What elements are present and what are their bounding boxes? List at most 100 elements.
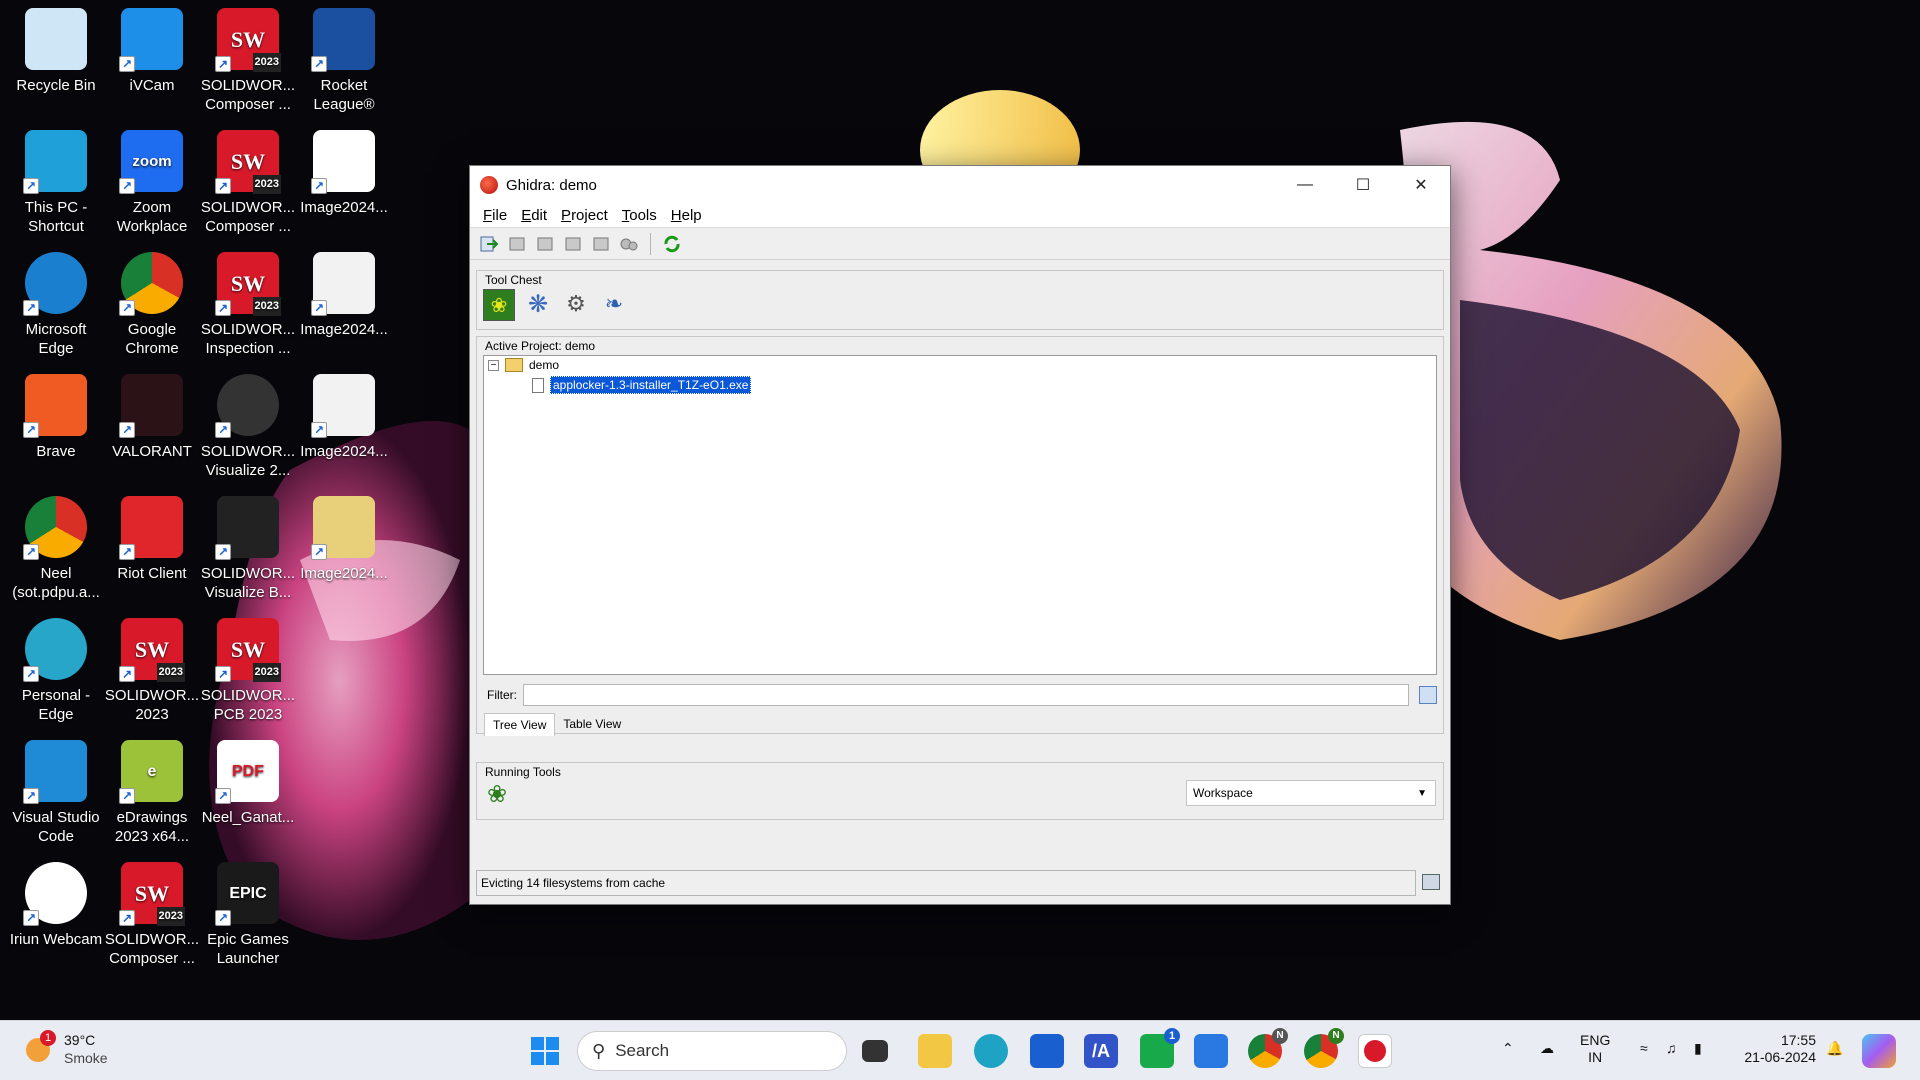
console-icon[interactable]	[1422, 874, 1440, 890]
brave-icon: ↗	[23, 374, 87, 438]
desktop-icon[interactable]: ↗ Microsoft Edge	[8, 246, 104, 364]
desktop-icon[interactable]: ↗ Image2024...	[296, 124, 392, 242]
desktop-icon[interactable]: ↗ VALORANT	[104, 368, 200, 486]
desktop-icon[interactable]: ↗ Rocket League®	[296, 2, 392, 120]
menu-project[interactable]: Project	[554, 207, 615, 224]
language-indicator[interactable]: ENG IN	[1580, 1032, 1610, 1066]
collapse-toggle-icon[interactable]: −	[488, 359, 499, 371]
desktop-icon[interactable]: ↗ iVCam	[104, 2, 200, 120]
desktop-icon[interactable]: ↗ Visual Studio Code	[8, 734, 104, 852]
desktop-icon-label: Google Chrome	[125, 321, 179, 357]
desktop-icon[interactable]: SW 2023 ↗ SOLIDWOR... Composer ...	[104, 856, 200, 974]
desktop-icon[interactable]: SW 2023 ↗ SOLIDWOR... Composer ...	[200, 124, 296, 242]
desktop-icon[interactable]: ↗ Google Chrome	[104, 246, 200, 364]
onedrive-icon[interactable]: ☁	[1540, 1040, 1554, 1057]
open-program-icon[interactable]	[506, 233, 528, 255]
desktop-icon[interactable]: EPIC ↗ Epic Games Launcher	[200, 856, 296, 974]
ghidra-taskbar-icon[interactable]	[1358, 1034, 1392, 1068]
desktop-icon-label: Neel_Ganat...	[201, 809, 295, 826]
window-titlebar[interactable]: Ghidra: demo — ☐ ✕	[470, 166, 1450, 204]
menu-file[interactable]: File	[476, 207, 514, 224]
tree-file-node[interactable]: applocker-1.3-installer_T1Z-eO1.exe	[532, 376, 752, 394]
epic-games-icon: EPIC ↗	[215, 862, 279, 926]
xbox-icon[interactable]: 1	[1140, 1028, 1180, 1068]
debugger-bug-icon[interactable]: ❋	[523, 289, 553, 319]
desktop-icon[interactable]: SW 2023 ↗ SOLIDWOR... 2023	[104, 612, 200, 730]
desktop-icon-label: Image2024...	[300, 321, 388, 338]
desktop-icon[interactable]: ↗ Image2024...	[296, 246, 392, 364]
close-button[interactable]: ✕	[1392, 166, 1450, 204]
chrome-taskbar-icon-2[interactable]: N	[1304, 1028, 1344, 1068]
ivcam-icon: ↗	[119, 8, 183, 72]
filter-input[interactable]	[523, 684, 1409, 706]
editor-app-icon[interactable]: /A	[1084, 1034, 1118, 1068]
weather-widget[interactable]: 1 39°C Smoke	[22, 1028, 132, 1072]
show-hidden-icons-chevron-icon[interactable]: ⌃	[1502, 1040, 1514, 1057]
desktop-icon[interactable]: ↗ SOLIDWOR... Visualize B...	[200, 490, 296, 608]
desktop-icon[interactable]: SW 2023 ↗ SOLIDWOR... PCB 2023	[200, 612, 296, 730]
desktop-icon[interactable]: Recycle Bin	[8, 2, 104, 120]
refresh-icon[interactable]	[661, 233, 683, 255]
desktop-icon[interactable]: ↗ Riot Client	[104, 490, 200, 608]
project-tree[interactable]: − demo applocker-1.3-installer_T1Z-eO1.e…	[483, 355, 1437, 675]
clock-time: 17:55	[1780, 1032, 1816, 1048]
maximize-button[interactable]: ☐	[1334, 166, 1392, 204]
volume-icon[interactable]: ♫	[1666, 1040, 1677, 1057]
desktop-icon-label: SOLIDWOR... Visualize B...	[200, 565, 296, 601]
merge-icon[interactable]	[618, 233, 640, 255]
export-icon[interactable]	[534, 233, 556, 255]
desktop-icon-label: SOLIDWOR... Visualize 2...	[200, 443, 296, 479]
search-placeholder: Search	[615, 1041, 670, 1060]
start-button[interactable]	[528, 1034, 562, 1068]
shortcut-arrow-icon: ↗	[119, 544, 135, 560]
file-explorer-icon[interactable]	[918, 1034, 952, 1068]
import-file-icon[interactable]	[478, 233, 500, 255]
menu-help[interactable]: Help	[664, 207, 709, 224]
wifi-icon[interactable]: ≈	[1640, 1040, 1648, 1057]
workspace-select[interactable]: Workspace ▼	[1186, 780, 1436, 806]
tab-tree-view[interactable]: Tree View	[484, 713, 556, 736]
solidworks-inspection-icon: SW 2023 ↗	[215, 252, 281, 316]
chrome-taskbar-icon-1[interactable]: N	[1248, 1028, 1288, 1068]
emulator-gears-icon[interactable]: ⚙	[561, 289, 591, 319]
desktop-icon[interactable]: ↗ Neel (sot.pdpu.a...	[8, 490, 104, 608]
copilot-icon[interactable]	[1862, 1034, 1896, 1068]
desktop-icon[interactable]: ↗ This PC - Shortcut	[8, 124, 104, 242]
tab-table-view[interactable]: Table View	[555, 713, 629, 736]
version-tracking-footprints-icon[interactable]: ❧	[599, 289, 629, 319]
taskbar-search[interactable]: ⚲ Search	[577, 1031, 847, 1071]
desktop-icon-label: Visual Studio Code	[12, 809, 100, 845]
menu-tools[interactable]: Tools	[615, 207, 664, 224]
desktop-icon[interactable]: ↗ Image2024...	[296, 490, 392, 608]
clock[interactable]: 17:55 21-06-2024	[1742, 1032, 1816, 1066]
notifications-bell-icon[interactable]: 🔔	[1826, 1040, 1843, 1057]
clock-app-icon[interactable]	[1194, 1034, 1228, 1068]
checkout-icon[interactable]	[562, 233, 584, 255]
main-toolbar	[470, 228, 1450, 260]
running-dragon-icon[interactable]: ❀	[487, 781, 515, 809]
battery-icon[interactable]: ▮	[1694, 1040, 1702, 1057]
checkin-icon[interactable]	[590, 233, 612, 255]
desktop-icon[interactable]: ↗ Iriun Webcam	[8, 856, 104, 974]
menu-edit[interactable]: Edit	[514, 207, 554, 224]
edge-personal-icon: ↗	[23, 618, 87, 682]
code-browser-dragon-icon[interactable]: ❀	[483, 289, 515, 321]
minimize-button[interactable]: —	[1276, 166, 1334, 204]
desktop-icon-label: Neel (sot.pdpu.a...	[12, 565, 100, 601]
running-tools-title: Running Tools	[485, 765, 565, 779]
tree-root-node[interactable]: − demo	[488, 358, 559, 372]
desktop-icon[interactable]: e ↗ eDrawings 2023 x64...	[104, 734, 200, 852]
store-icon[interactable]	[1030, 1034, 1064, 1068]
edge-taskbar-icon[interactable]	[974, 1034, 1008, 1068]
desktop-icon[interactable]: ↗ SOLIDWOR... Visualize 2...	[200, 368, 296, 486]
desktop-icon-label: Image2024...	[300, 565, 388, 582]
filter-options-icon[interactable]	[1419, 686, 1437, 704]
desktop-icon[interactable]: zoom ↗ Zoom Workplace	[104, 124, 200, 242]
task-view-icon[interactable]	[862, 1040, 888, 1062]
desktop-icon[interactable]: SW 2023 ↗ SOLIDWOR... Inspection ...	[200, 246, 296, 364]
desktop-icon[interactable]: ↗ Brave	[8, 368, 104, 486]
desktop-icon[interactable]: PDF ↗ Neel_Ganat...	[200, 734, 296, 852]
desktop-icon[interactable]: ↗ Image2024...	[296, 368, 392, 486]
desktop-icon[interactable]: SW 2023 ↗ SOLIDWOR... Composer ...	[200, 2, 296, 120]
desktop-icon[interactable]: ↗ Personal - Edge	[8, 612, 104, 730]
